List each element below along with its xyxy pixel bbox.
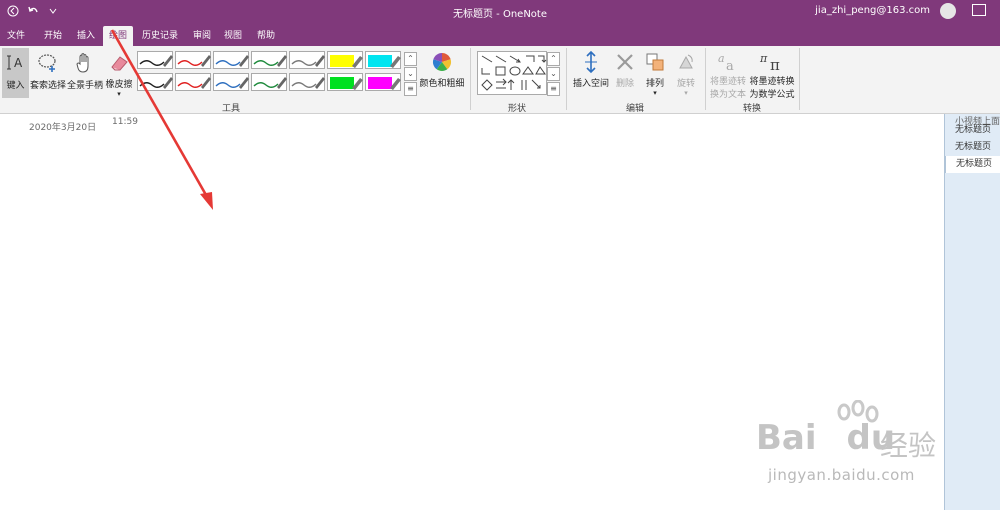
note-time: 11:59 [112, 117, 138, 127]
ribbon-display-options-icon[interactable] [972, 4, 986, 16]
highlighter-swatch[interactable] [327, 73, 363, 91]
rotate-button[interactable]: 旋转 ▾ [672, 48, 700, 98]
eraser-dropdown-icon[interactable]: ▾ [117, 90, 121, 98]
shapes-group-label: 形状 [508, 104, 527, 114]
panning-hand-button[interactable]: 全景手柄 [67, 48, 103, 98]
group-divider [705, 48, 706, 110]
pen-gallery-more-icon[interactable]: ≡ [404, 82, 417, 96]
pan-label: 全景手柄 [67, 81, 104, 91]
arrange-label: 排列 [645, 79, 664, 89]
pen-swatch[interactable] [137, 73, 173, 91]
pen-swatch[interactable] [213, 51, 249, 69]
highlighter-swatch[interactable] [365, 51, 401, 69]
ink-to-math-button[interactable]: ππ 将墨迹转换 为数学公式 [749, 48, 795, 100]
insert-space-button[interactable]: 插入空间 [572, 48, 610, 98]
eraser-label: 橡皮擦 [105, 80, 133, 90]
pen-swatch[interactable] [251, 51, 287, 69]
watermark-url: jingyan.baidu.com [768, 466, 915, 484]
tab-draw[interactable]: 绘图 [103, 26, 134, 46]
color-and-thickness-button[interactable]: 颜色和粗细 [419, 48, 465, 98]
convert-group-label: 转换 [743, 104, 762, 114]
highlighter-swatch[interactable] [327, 51, 363, 69]
tab-insert[interactable]: 插入 [77, 28, 95, 41]
insert-space-label: 插入空间 [572, 79, 609, 89]
lasso-icon [30, 48, 66, 78]
note-date: 2020年3月20日 [29, 123, 97, 133]
ink-to-text-button[interactable]: aa 将墨迹转 换为文本 [708, 48, 748, 100]
eraser-button[interactable]: 橡皮擦 ▾ [104, 48, 134, 98]
ink-to-math-icon: ππ [749, 48, 795, 74]
color-thickness-label: 颜色和粗细 [419, 79, 465, 89]
rotate-label: 旋转 [676, 79, 695, 89]
svg-text:a: a [726, 59, 734, 72]
tools-group-label: 工具 [222, 104, 241, 114]
pen-gallery-up-icon[interactable]: ⌃ [404, 52, 417, 66]
watermark-brand: Bai du [756, 418, 896, 458]
svg-text:A: A [14, 56, 23, 70]
delete-label: 删除 [615, 79, 634, 89]
title-bar: 无标题页 - OneNote jia_zhi_peng@163.com [0, 0, 1000, 24]
type-text-icon: A [2, 48, 29, 78]
page-list: 小视频上面 无标题页 无标题页 无标题页 [944, 114, 1000, 510]
highlighter-swatch[interactable] [365, 73, 401, 91]
shapes-down-icon[interactable]: ⌄ [547, 67, 560, 81]
page-item[interactable]: 无标题页 [945, 139, 1000, 156]
delete-x-icon [612, 48, 638, 76]
rotate-icon [672, 48, 700, 76]
svg-text:π: π [759, 52, 768, 65]
ink-to-text-icon: aa [708, 48, 748, 74]
pen-swatch[interactable] [251, 73, 287, 91]
watermark-jingyan: 经验 [880, 429, 937, 462]
svg-text:π: π [770, 56, 780, 72]
group-divider [799, 48, 800, 110]
color-wheel-icon [419, 48, 465, 76]
ink-to-text-label-1: 将墨迹转 [709, 77, 746, 87]
pen-swatch[interactable] [289, 51, 325, 69]
ribbon: A 键入 套索选择 全景手柄 橡皮擦 ▾ ⌃ ⌄ ≡ 颜色和粗细 工具 ⌃ ⌄ … [0, 46, 1000, 114]
arrange-icon [640, 48, 670, 76]
eraser-icon [104, 48, 134, 77]
type-button[interactable]: A 键入 [2, 48, 29, 98]
group-divider [566, 48, 567, 110]
pen-gallery-down-icon[interactable]: ⌄ [404, 67, 417, 81]
lasso-label: 套索选择 [30, 81, 67, 91]
pen-swatch[interactable] [289, 73, 325, 91]
tab-help[interactable]: 帮助 [257, 28, 275, 41]
svg-text:a: a [718, 52, 725, 65]
edit-group-label: 编辑 [626, 104, 645, 114]
arrange-dropdown-icon[interactable]: ▾ [653, 89, 657, 97]
ink-to-math-label-2: 为数学公式 [749, 90, 795, 100]
rotate-dropdown-icon[interactable]: ▾ [684, 89, 688, 97]
pen-swatch[interactable] [175, 73, 211, 91]
shapes-more-icon[interactable]: ≡ [547, 82, 560, 96]
ribbon-tabs: 文件 开始 插入 绘图 历史记录 审阅 视图 帮助 [0, 24, 1000, 46]
lasso-select-button[interactable]: 套索选择 [30, 48, 66, 98]
pen-swatch[interactable] [175, 51, 211, 69]
tab-history[interactable]: 历史记录 [142, 28, 178, 41]
tab-review[interactable]: 审阅 [193, 28, 211, 41]
tab-view[interactable]: 视图 [224, 28, 242, 41]
hand-icon [67, 48, 103, 78]
page-item-active[interactable]: 无标题页 [945, 156, 1000, 173]
page-item[interactable]: 无标题页 [945, 122, 1000, 139]
user-email[interactable]: jia_zhi_peng@163.com [815, 5, 930, 16]
shapes-up-icon[interactable]: ⌃ [547, 52, 560, 66]
tab-file[interactable]: 文件 [7, 28, 25, 41]
arrange-button[interactable]: 排列 ▾ [640, 48, 670, 98]
type-label: 键入 [6, 81, 25, 91]
pen-swatch[interactable] [137, 51, 173, 69]
ink-to-text-label-2: 换为文本 [709, 90, 746, 100]
user-avatar[interactable] [940, 3, 956, 19]
ink-to-math-label-1: 将墨迹转换 [749, 77, 795, 87]
tab-home[interactable]: 开始 [44, 28, 62, 41]
pen-swatch[interactable] [213, 73, 249, 91]
delete-button[interactable]: 删除 [612, 48, 638, 98]
shapes-gallery[interactable] [477, 51, 547, 95]
group-divider [470, 48, 471, 110]
insert-space-icon [572, 48, 610, 76]
